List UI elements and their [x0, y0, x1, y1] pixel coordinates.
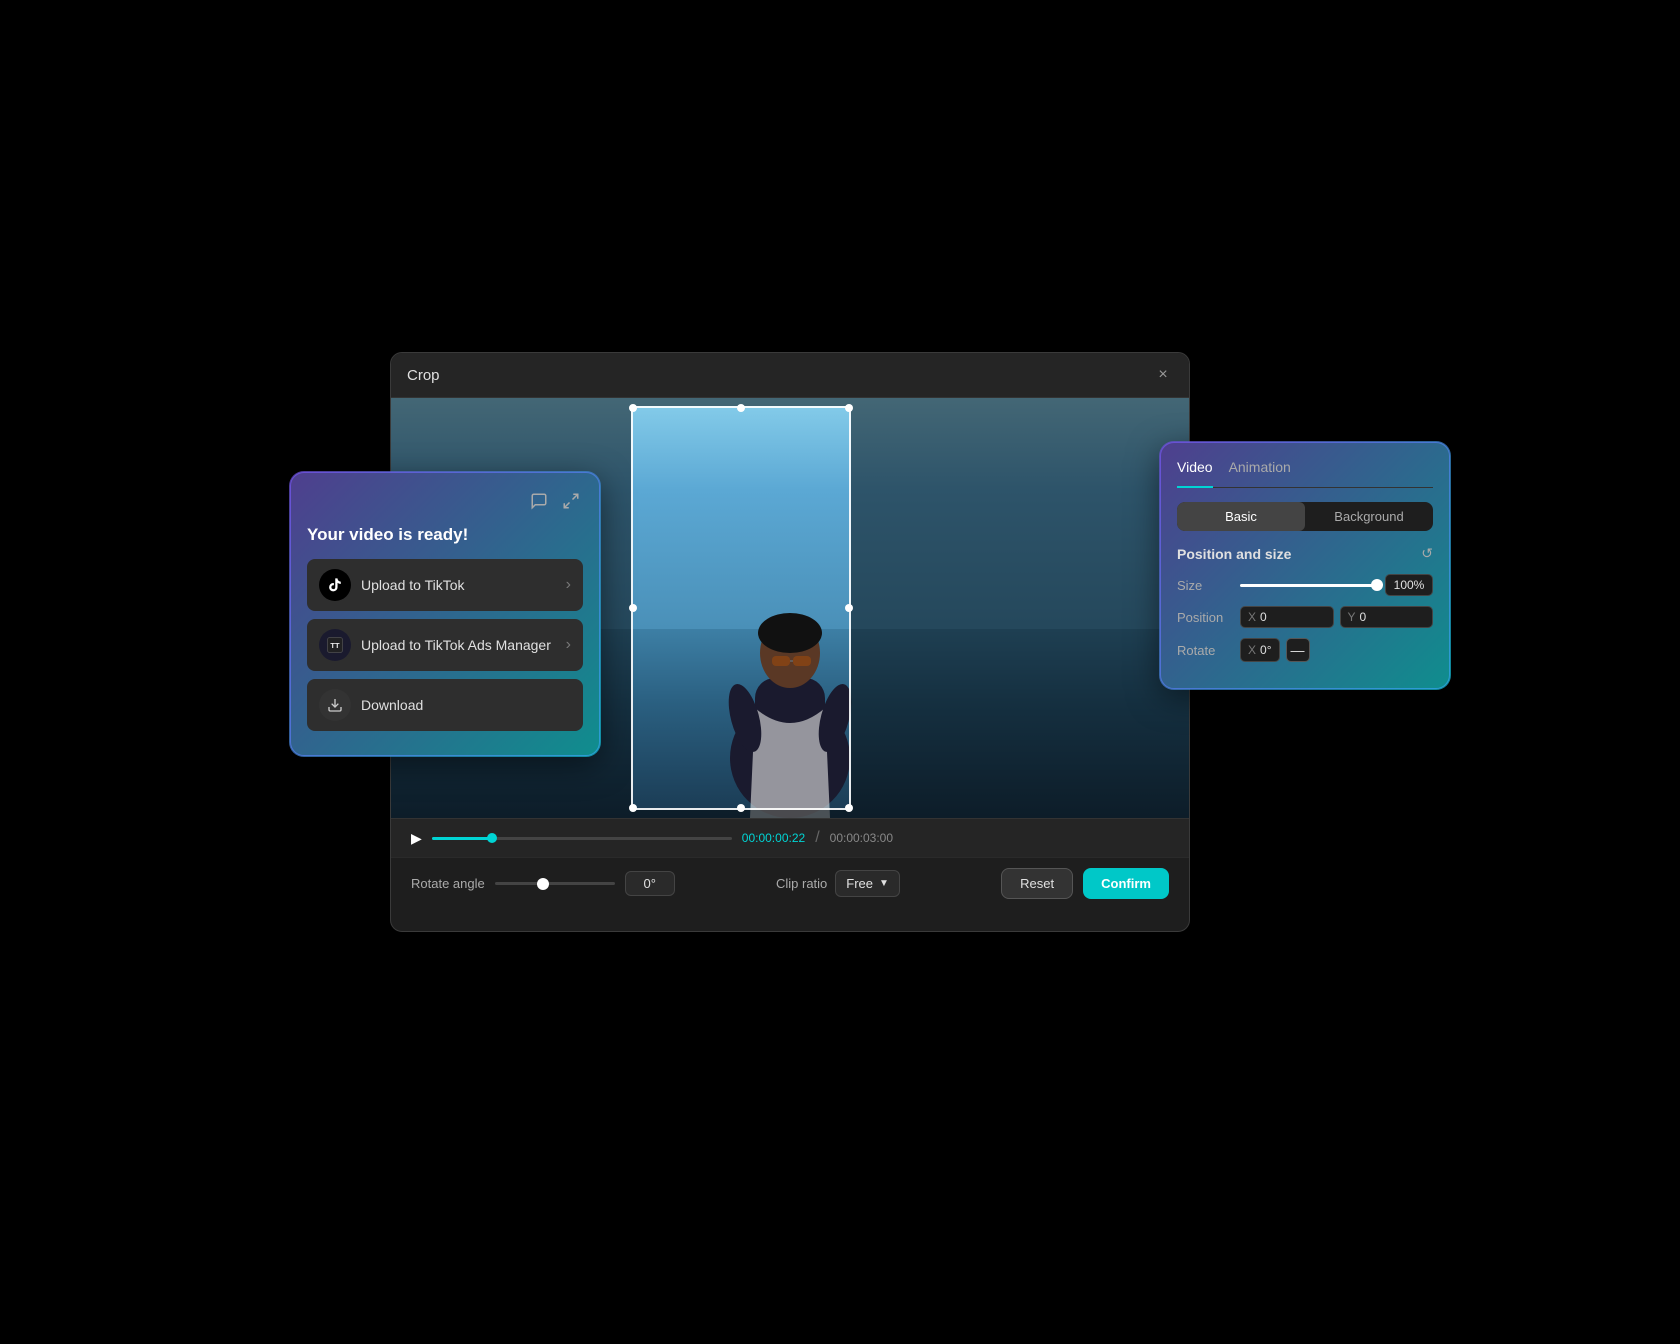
tab-video[interactable]: Video [1177, 459, 1213, 488]
rotate-x-label: X [1248, 643, 1256, 657]
crop-titlebar: Crop × [391, 353, 1189, 398]
clip-label: Clip ratio [776, 876, 827, 891]
rotate-dash[interactable]: — [1286, 638, 1310, 662]
upload-tiktok-arrow: › [566, 576, 571, 594]
progress-thumb[interactable] [487, 833, 497, 843]
clip-value: Free [846, 876, 873, 891]
section-header: Position and size ↺ [1177, 545, 1433, 562]
download-icon [319, 689, 351, 721]
position-y-field[interactable]: Y 0 [1340, 606, 1434, 628]
tiktok-icon [319, 569, 351, 601]
rotate-x-field[interactable]: X 0° [1240, 638, 1280, 662]
size-row: Size 100% [1177, 574, 1433, 596]
progress-bar[interactable] [432, 837, 732, 840]
rotate-fields: X 0° — [1240, 638, 1433, 662]
clip-section: Clip ratio Free ▼ [776, 870, 900, 897]
position-y-value: 0 [1360, 610, 1367, 624]
export-left: Upload to TikTok [319, 569, 465, 601]
confirm-button[interactable]: Confirm [1083, 868, 1169, 899]
sub-tab-background[interactable]: Background [1305, 502, 1433, 531]
rotate-slider-thumb[interactable] [537, 878, 549, 890]
scene: Crop × [290, 272, 1390, 1072]
rotate-label: Rotate angle [411, 876, 485, 891]
video-ready-panel: Your video is ready! Upload to TikTok › [290, 472, 600, 756]
position-row: Position X 0 Y 0 [1177, 606, 1433, 628]
close-button[interactable]: × [1153, 365, 1173, 385]
angle-input[interactable] [625, 871, 675, 896]
upload-tiktok-label: Upload to TikTok [361, 577, 465, 593]
time-current: 00:00:00:22 [742, 831, 805, 845]
refresh-icon[interactable]: ↺ [1421, 545, 1433, 562]
rotate-label-panel: Rotate [1177, 643, 1232, 658]
download-option[interactable]: Download [307, 679, 583, 731]
rotate-row: Rotate X 0° — [1177, 638, 1433, 662]
time-total: 00:00:03:00 [830, 831, 893, 845]
x-label: X [1248, 610, 1256, 624]
export-left-ads: TT Upload to TikTok Ads Manager [319, 629, 551, 661]
position-x-value: 0 [1260, 610, 1267, 624]
playback-controls-row: ▶ 00:00:00:22 / 00:00:03:00 [391, 818, 1189, 857]
rotate-slider[interactable] [495, 882, 615, 885]
chevron-down-icon: ▼ [879, 878, 889, 889]
progress-fill [432, 837, 492, 840]
position-xy: X 0 Y 0 [1240, 606, 1433, 628]
time-separator: / [815, 829, 819, 847]
action-buttons: Reset Confirm [1001, 868, 1169, 899]
size-slider-thumb[interactable] [1371, 579, 1383, 591]
svg-text:TT: TT [330, 641, 340, 650]
comment-icon[interactable] [527, 489, 551, 513]
download-label: Download [361, 697, 423, 713]
panel-icons [307, 489, 583, 513]
play-button[interactable]: ▶ [411, 830, 422, 847]
upload-ads-arrow: › [566, 636, 571, 654]
clip-dropdown[interactable]: Free ▼ [835, 870, 900, 897]
bottom-toolbar: Rotate angle Clip ratio Free ▼ Reset Con… [391, 857, 1189, 909]
playback-controls: ▶ 00:00:00:22 / 00:00:03:00 [411, 829, 1169, 847]
sub-tab-basic[interactable]: Basic [1177, 502, 1305, 531]
upload-tiktok-option[interactable]: Upload to TikTok › [307, 559, 583, 611]
rotate-section: Rotate angle [411, 871, 675, 896]
crop-title: Crop [407, 367, 440, 384]
upload-ads-label: Upload to TikTok Ads Manager [361, 637, 551, 653]
panel-tabs: Video Animation [1177, 459, 1433, 488]
ready-title: Your video is ready! [307, 525, 583, 545]
position-label: Position [1177, 610, 1232, 625]
rotate-x-value: 0° [1260, 643, 1271, 657]
size-slider[interactable] [1240, 584, 1377, 587]
ads-icon: TT [319, 629, 351, 661]
position-x-field[interactable]: X 0 [1240, 606, 1334, 628]
upload-ads-option[interactable]: TT Upload to TikTok Ads Manager › [307, 619, 583, 671]
tab-animation[interactable]: Animation [1229, 459, 1291, 479]
reset-button[interactable]: Reset [1001, 868, 1073, 899]
y-label: Y [1348, 610, 1356, 624]
export-left-download: Download [319, 689, 423, 721]
size-label: Size [1177, 578, 1232, 593]
section-title: Position and size [1177, 546, 1291, 562]
size-value: 100% [1385, 574, 1433, 596]
video-panel: Video Animation Basic Background Positio… [1160, 442, 1450, 689]
sub-tabs: Basic Background [1177, 502, 1433, 531]
expand-icon[interactable] [559, 489, 583, 513]
